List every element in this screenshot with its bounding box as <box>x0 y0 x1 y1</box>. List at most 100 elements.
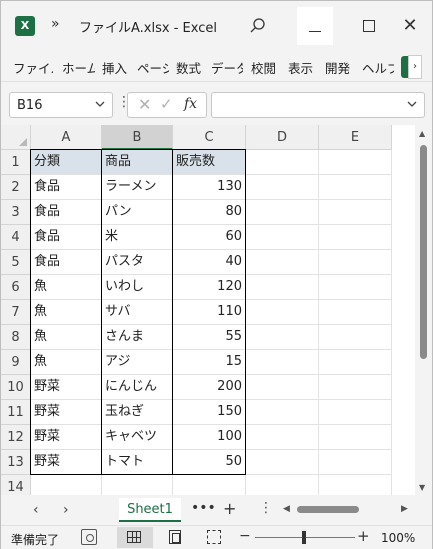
cell-b7[interactable]: サバ <box>102 300 173 325</box>
cell-e5[interactable] <box>319 250 392 275</box>
tab-view[interactable]: 表示 <box>288 58 316 77</box>
search-icon[interactable] <box>249 17 267 35</box>
name-box[interactable]: B16 <box>9 92 113 118</box>
cell-b11[interactable]: 玉ねぎ <box>102 400 173 425</box>
cell-b2[interactable]: ラーメン <box>102 175 173 200</box>
row-header[interactable]: 2 <box>1 175 31 200</box>
cell-c13[interactable]: 50 <box>173 450 246 475</box>
cell-e13[interactable] <box>319 450 392 475</box>
cell-a5[interactable]: 食品 <box>31 250 102 275</box>
row-header[interactable]: 11 <box>1 400 31 425</box>
cell-b3[interactable]: パン <box>102 200 173 225</box>
row-header[interactable]: 3 <box>1 200 31 225</box>
row-header[interactable]: 8 <box>1 325 31 350</box>
row-header[interactable]: 14 <box>1 475 31 495</box>
cell-d7[interactable] <box>246 300 319 325</box>
cell-a9[interactable]: 魚 <box>31 350 102 375</box>
cell-c2[interactable]: 130 <box>173 175 246 200</box>
tab-developer[interactable]: 開発 <box>325 58 353 77</box>
zoom-in-button[interactable]: + <box>357 527 370 545</box>
cell-b4[interactable]: 米 <box>102 225 173 250</box>
scroll-down-icon[interactable]: ▼ <box>419 483 425 492</box>
cell-d8[interactable] <box>246 325 319 350</box>
accessibility-icon[interactable] <box>81 529 97 545</box>
cell-c4[interactable]: 60 <box>173 225 246 250</box>
cell-e12[interactable] <box>319 425 392 450</box>
chevron-down-icon[interactable] <box>94 98 106 110</box>
cell-a4[interactable]: 食品 <box>31 225 102 250</box>
tab-page-layout[interactable]: ページ <box>137 58 169 77</box>
cell-e3[interactable] <box>319 200 392 225</box>
tab-home[interactable]: ホーム <box>62 58 95 77</box>
horizontal-scroll-thumb[interactable] <box>297 506 359 513</box>
cell-a14[interactable] <box>31 475 102 495</box>
cell-d13[interactable] <box>246 450 319 475</box>
cell-e4[interactable] <box>319 225 392 250</box>
cell-d9[interactable] <box>246 350 319 375</box>
cell-d1[interactable] <box>246 150 319 175</box>
cell-d11[interactable] <box>246 400 319 425</box>
more-sheets-button[interactable]: ••• <box>191 500 216 516</box>
add-sheet-button[interactable]: + <box>223 499 236 518</box>
cell-b14[interactable] <box>102 475 173 495</box>
normal-view-button[interactable] <box>117 527 153 548</box>
insert-function-button[interactable]: fx <box>184 96 197 112</box>
cell-a10[interactable]: 野菜 <box>31 375 102 400</box>
cell-d4[interactable] <box>246 225 319 250</box>
cell-c3[interactable]: 80 <box>173 200 246 225</box>
row-header[interactable]: 7 <box>1 300 31 325</box>
worksheet-grid[interactable]: A B C D E 1 分類 商品 販売数 2 食品 ラーメン 130 3 食品 パン 80 4 食品米 60 5 食品パ… <box>1 125 415 495</box>
select-all-button[interactable] <box>1 125 31 150</box>
cell-e8[interactable] <box>319 325 392 350</box>
cell-a2[interactable]: 食品 <box>31 175 102 200</box>
enter-icon[interactable]: ✓ <box>160 95 173 113</box>
cell-c9[interactable]: 15 <box>173 350 246 375</box>
cell-b8[interactable]: さんま <box>102 325 173 350</box>
cell-c5[interactable]: 40 <box>173 250 246 275</box>
cell-d2[interactable] <box>246 175 319 200</box>
cell-e1[interactable] <box>319 150 392 175</box>
row-header[interactable]: 1 <box>1 150 31 175</box>
column-header-a[interactable]: A <box>31 125 102 150</box>
cell-d12[interactable] <box>246 425 319 450</box>
vertical-scrollbar[interactable]: ▲ ▼ <box>415 125 432 495</box>
row-header[interactable]: 10 <box>1 375 31 400</box>
row-header[interactable]: 5 <box>1 250 31 275</box>
cell-e9[interactable] <box>319 350 392 375</box>
tab-help[interactable]: ヘルプ <box>362 58 394 77</box>
minimize-button[interactable] <box>297 7 333 45</box>
vertical-scroll-thumb[interactable] <box>420 145 427 359</box>
cell-c11[interactable]: 150 <box>173 400 246 425</box>
column-header-b[interactable]: B <box>102 125 173 150</box>
cell-b5[interactable]: パスタ <box>102 250 173 275</box>
scroll-up-icon[interactable]: ▲ <box>419 129 425 138</box>
cell-a7[interactable]: 魚 <box>31 300 102 325</box>
page-break-view-icon[interactable] <box>207 530 221 544</box>
cell-b6[interactable]: いわし <box>102 275 173 300</box>
cell-a6[interactable]: 魚 <box>31 275 102 300</box>
cell-c6[interactable]: 120 <box>173 275 246 300</box>
row-header[interactable]: 9 <box>1 350 31 375</box>
cell-e6[interactable] <box>319 275 392 300</box>
zoom-level[interactable]: 100% <box>381 531 415 545</box>
cell-d10[interactable] <box>246 375 319 400</box>
column-header-e[interactable]: E <box>319 125 392 150</box>
cell-d3[interactable] <box>246 200 319 225</box>
cell-e10[interactable] <box>319 375 392 400</box>
cell-a1[interactable]: 分類 <box>31 150 102 175</box>
cell-a3[interactable]: 食品 <box>31 200 102 225</box>
sheet-tab-sheet1[interactable]: Sheet1 <box>119 498 181 522</box>
cancel-icon[interactable]: ✕ <box>138 95 151 114</box>
cell-c12[interactable]: 100 <box>173 425 246 450</box>
cell-c14[interactable] <box>173 475 246 495</box>
ribbon-scroll-right-button[interactable]: › <box>408 55 422 79</box>
cell-c1[interactable]: 販売数 <box>173 150 246 175</box>
cell-e7[interactable] <box>319 300 392 325</box>
cell-b12[interactable]: キャベツ <box>102 425 173 450</box>
cell-b9[interactable]: アジ <box>102 350 173 375</box>
page-layout-view-icon[interactable] <box>169 530 181 544</box>
quick-access-more-button[interactable]: » <box>51 16 60 32</box>
cell-c8[interactable]: 55 <box>173 325 246 350</box>
zoom-out-button[interactable]: − <box>239 528 251 544</box>
scroll-right-icon[interactable]: ▶ <box>401 504 408 514</box>
